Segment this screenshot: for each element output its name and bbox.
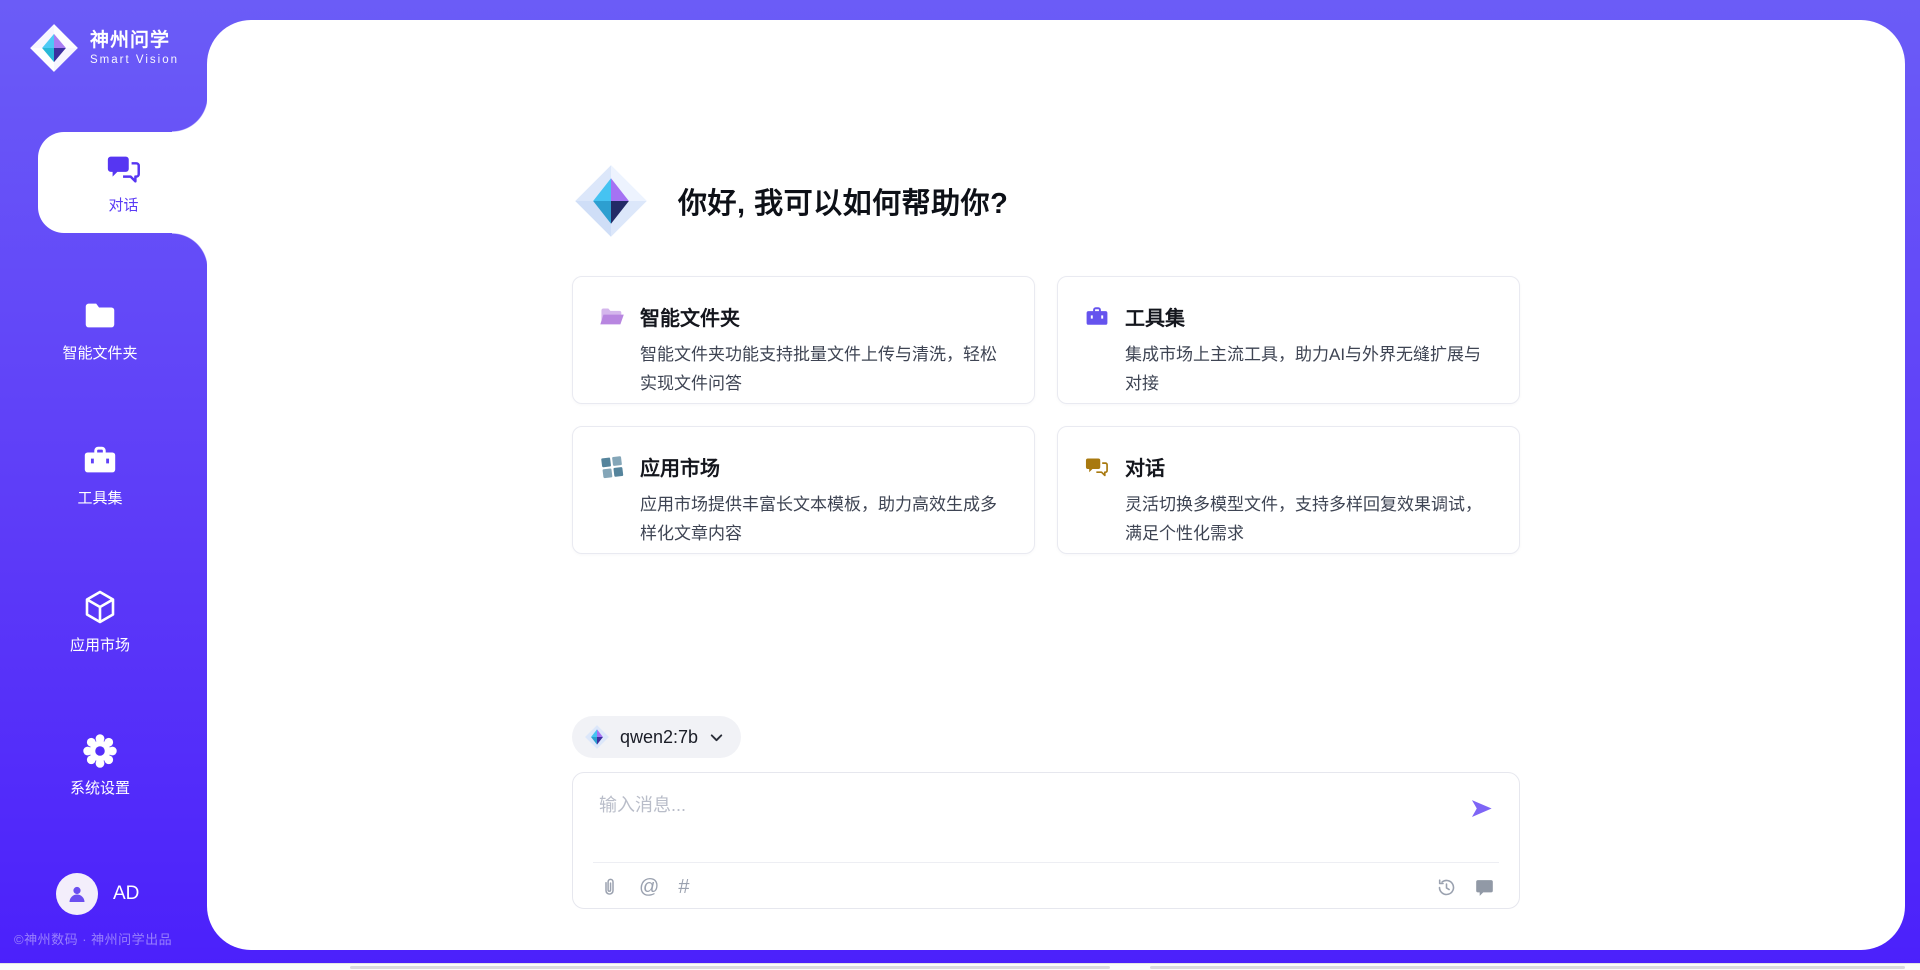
sidebar-item-label: 系统设置 — [70, 777, 130, 798]
card-toolbox[interactable]: 工具集 集成市场上主流工具，助力AI与外界无缝扩展与对接 — [1057, 276, 1520, 404]
send-icon[interactable] — [1468, 795, 1495, 822]
sidebar-footer-text: ©神州数码 · 神州问学出品 — [14, 929, 172, 948]
sidebar-item-settings[interactable]: 系统设置 — [0, 732, 200, 798]
model-name: qwen2:7b — [620, 727, 698, 748]
sidebar-item-smart-folder[interactable]: 智能文件夹 — [0, 297, 200, 363]
active-tab-fillet-bottom — [172, 233, 208, 269]
toolbox-icon — [81, 442, 119, 480]
card-description: 智能文件夹功能支持批量文件上传与清洗，轻松实现文件问答 — [640, 340, 1014, 398]
card-title: 应用市场 — [640, 452, 720, 481]
model-diamond-icon — [584, 724, 610, 750]
sidebar-item-label: 应用市场 — [70, 634, 130, 655]
active-tab-fillet-top — [172, 96, 208, 132]
history-icon[interactable] — [1436, 877, 1457, 898]
folder-open-icon — [599, 304, 625, 330]
brand-subtitle: Smart Vision — [90, 53, 179, 68]
sidebar-item-label: 工具集 — [77, 487, 122, 508]
shortcut-cards: 智能文件夹 智能文件夹功能支持批量文件上传与清洗，轻松实现文件问答 工具集 集成… — [572, 276, 1520, 554]
card-description: 集成市场上主流工具，助力AI与外界无缝扩展与对接 — [1125, 340, 1499, 398]
gear-icon — [81, 732, 119, 770]
composer-toolbar: @ # — [599, 875, 1495, 899]
sidebar-item-app-market[interactable]: 应用市场 — [0, 587, 200, 653]
chat-bubble-icon[interactable] — [1474, 877, 1495, 898]
model-selector[interactable]: qwen2:7b — [572, 716, 741, 758]
sidebar-item-label: 对话 — [108, 194, 138, 215]
card-app-market[interactable]: 应用市场 应用市场提供丰富长文本模板，助力高效生成多样化文章内容 — [572, 426, 1035, 554]
card-title: 智能文件夹 — [640, 302, 740, 331]
sidebar-item-toolbox[interactable]: 工具集 — [0, 442, 200, 508]
user-profile[interactable]: AD — [56, 873, 139, 915]
paperclip-icon[interactable] — [599, 877, 620, 898]
composer-divider — [593, 862, 1499, 863]
at-icon[interactable]: @ — [639, 877, 659, 897]
card-title: 对话 — [1125, 452, 1165, 481]
greeting-title: 你好, 我可以如何帮助你? — [678, 180, 1008, 222]
grid-cube-icon — [599, 454, 625, 480]
card-description: 灵活切换多模型文件，支持多样回复效果调试，满足个性化需求 — [1125, 490, 1499, 548]
window-scrollbar[interactable] — [0, 963, 1920, 970]
greeting-diamond-icon — [572, 162, 650, 240]
sidebar-item-label: 智能文件夹 — [62, 342, 137, 363]
folder-icon — [81, 297, 119, 335]
message-composer: @ # — [572, 772, 1520, 909]
brand-diamond-icon — [28, 22, 80, 74]
chat-icon — [105, 150, 143, 188]
user-name: AD — [113, 883, 139, 905]
brand-logo: 神州问学 Smart Vision — [28, 22, 179, 74]
briefcase-icon — [1084, 304, 1110, 330]
card-title: 工具集 — [1125, 302, 1185, 331]
card-chat[interactable]: 对话 灵活切换多模型文件，支持多样回复效果调试，满足个性化需求 — [1057, 426, 1520, 554]
message-input[interactable] — [599, 791, 1449, 851]
brand-name: 神州问学 — [90, 29, 179, 53]
card-description: 应用市场提供丰富长文本模板，助力高效生成多样化文章内容 — [640, 490, 1014, 548]
chat-icon — [1084, 454, 1110, 480]
sidebar-item-chat[interactable]: 对话 — [38, 132, 209, 233]
card-smart-folder[interactable]: 智能文件夹 智能文件夹功能支持批量文件上传与清洗，轻松实现文件问答 — [572, 276, 1035, 404]
cube-icon — [80, 587, 120, 627]
chevron-down-icon — [708, 729, 725, 746]
greeting: 你好, 我可以如何帮助你? — [572, 162, 1008, 240]
hash-icon[interactable]: # — [678, 877, 689, 897]
avatar — [56, 873, 98, 915]
